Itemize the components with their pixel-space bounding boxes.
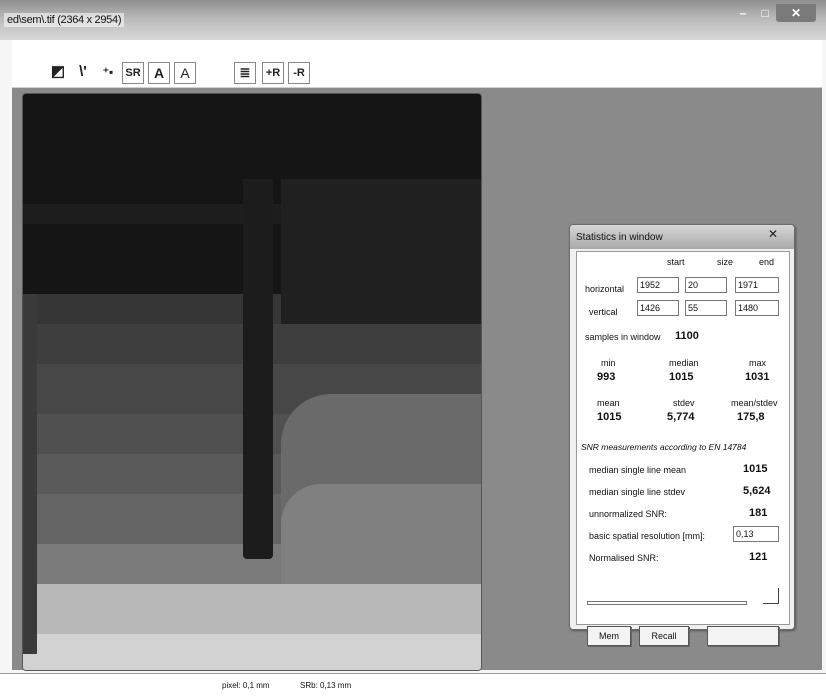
recall-button[interactable]: Recall [639, 626, 689, 646]
statistics-window: Statistics in window ✕ start size end ho… [569, 224, 795, 646]
col-start-label: start [667, 257, 685, 267]
mem-button[interactable]: Mem [587, 626, 631, 646]
blank-button[interactable] [707, 626, 779, 646]
median-line-mean-value: 1015 [743, 463, 768, 475]
vertical-label: vertical [589, 307, 618, 317]
srb-button[interactable]: SR [122, 62, 144, 84]
basic-resolution-label: basic spatial resolution [mm]: [589, 531, 706, 541]
vertical-end-field[interactable]: 1480 [735, 300, 779, 316]
stdev-label: stdev [673, 398, 695, 408]
mean-value: 1015 [597, 411, 622, 423]
median-line-mean-label: median single line mean [589, 465, 687, 475]
annotate-a-plain-button[interactable]: A [174, 62, 196, 84]
window-title: ed\sem\.tif (2364 x 2954) [4, 13, 125, 27]
statistics-title: Statistics in window [576, 232, 663, 243]
col-end-label: end [759, 257, 775, 267]
normalized-snr-value: 121 [749, 551, 768, 563]
min-label: min [601, 358, 616, 368]
minimize-button[interactable]: – [732, 4, 754, 22]
samples-label: samples in window [585, 332, 661, 342]
close-icon: ✕ [790, 6, 802, 20]
xray-image[interactable] [22, 93, 482, 671]
stdev-value: 5,774 [667, 411, 695, 423]
meanstdev-label: mean/stdev [731, 398, 778, 408]
status-bar: pixel: 0,1 mm SRb: 0,13 mm [0, 673, 826, 697]
unnormalized-snr-value: 181 [749, 507, 768, 519]
max-value: 1031 [745, 371, 770, 383]
plus-r-button[interactable]: +R [262, 62, 284, 84]
col-size-label: size [717, 257, 734, 267]
basic-resolution-field[interactable]: 0,13 [733, 526, 779, 542]
horizontal-start-field[interactable]: 1952 [637, 277, 679, 293]
median-line-stdev-value: 5,624 [743, 485, 771, 497]
normalized-snr-label: Normalised SNR: [589, 553, 659, 563]
horizontal-label: horizontal [585, 284, 625, 294]
resize-grip[interactable] [763, 588, 779, 604]
list-button[interactable]: ≣ [234, 62, 256, 84]
snr-heading: SNR measurements according to EN 14784 [581, 442, 747, 452]
region-icon[interactable]: ⁺▪ [98, 62, 118, 84]
title-bar: ed\sem\.tif (2364 x 2954) – □ ✕ [0, 0, 826, 40]
statistics-body: start size end horizontal 1952 20 1971 v… [576, 251, 790, 646]
line-profile-icon[interactable]: \' [74, 62, 92, 84]
pixel-status: pixel: 0,1 mm [222, 681, 270, 690]
minus-r-button[interactable]: -R [288, 62, 310, 84]
median-label: median [669, 358, 699, 368]
median-value: 1015 [669, 371, 694, 383]
vertical-size-field[interactable]: 55 [685, 300, 727, 316]
horizontal-size-field[interactable]: 20 [685, 277, 727, 293]
median-line-stdev-label: median single line stdev [589, 487, 686, 497]
srb-status: SRb: 0,13 mm [300, 681, 352, 690]
samples-value: 1100 [675, 330, 699, 342]
statistics-title-bar: Statistics in window ✕ [570, 225, 794, 249]
close-button[interactable]: ✕ [776, 4, 816, 22]
maximize-icon: □ [761, 6, 769, 20]
unnormalized-snr-label: unnormalized SNR: [589, 509, 668, 519]
meanstdev-value: 175,8 [737, 411, 765, 423]
mean-label: mean [597, 398, 620, 408]
app-window: ed\sem\.tif (2364 x 2954) – □ ✕ ◩ \' ⁺▪ … [0, 0, 826, 697]
close-icon[interactable]: ✕ [768, 227, 778, 241]
maximize-button[interactable]: □ [754, 4, 776, 22]
toolbar: ◩ \' ⁺▪ SR A A ≣ +R -R [12, 40, 822, 88]
vertical-start-field[interactable]: 1426 [637, 300, 679, 316]
minimize-icon: – [739, 6, 747, 20]
annotate-a-button[interactable]: A [148, 62, 170, 84]
progress-bar [587, 601, 747, 605]
horizontal-end-field[interactable]: 1971 [735, 277, 779, 293]
image-icon[interactable]: ◩ [48, 62, 68, 84]
min-value: 993 [597, 371, 616, 383]
max-label: max [749, 358, 767, 368]
